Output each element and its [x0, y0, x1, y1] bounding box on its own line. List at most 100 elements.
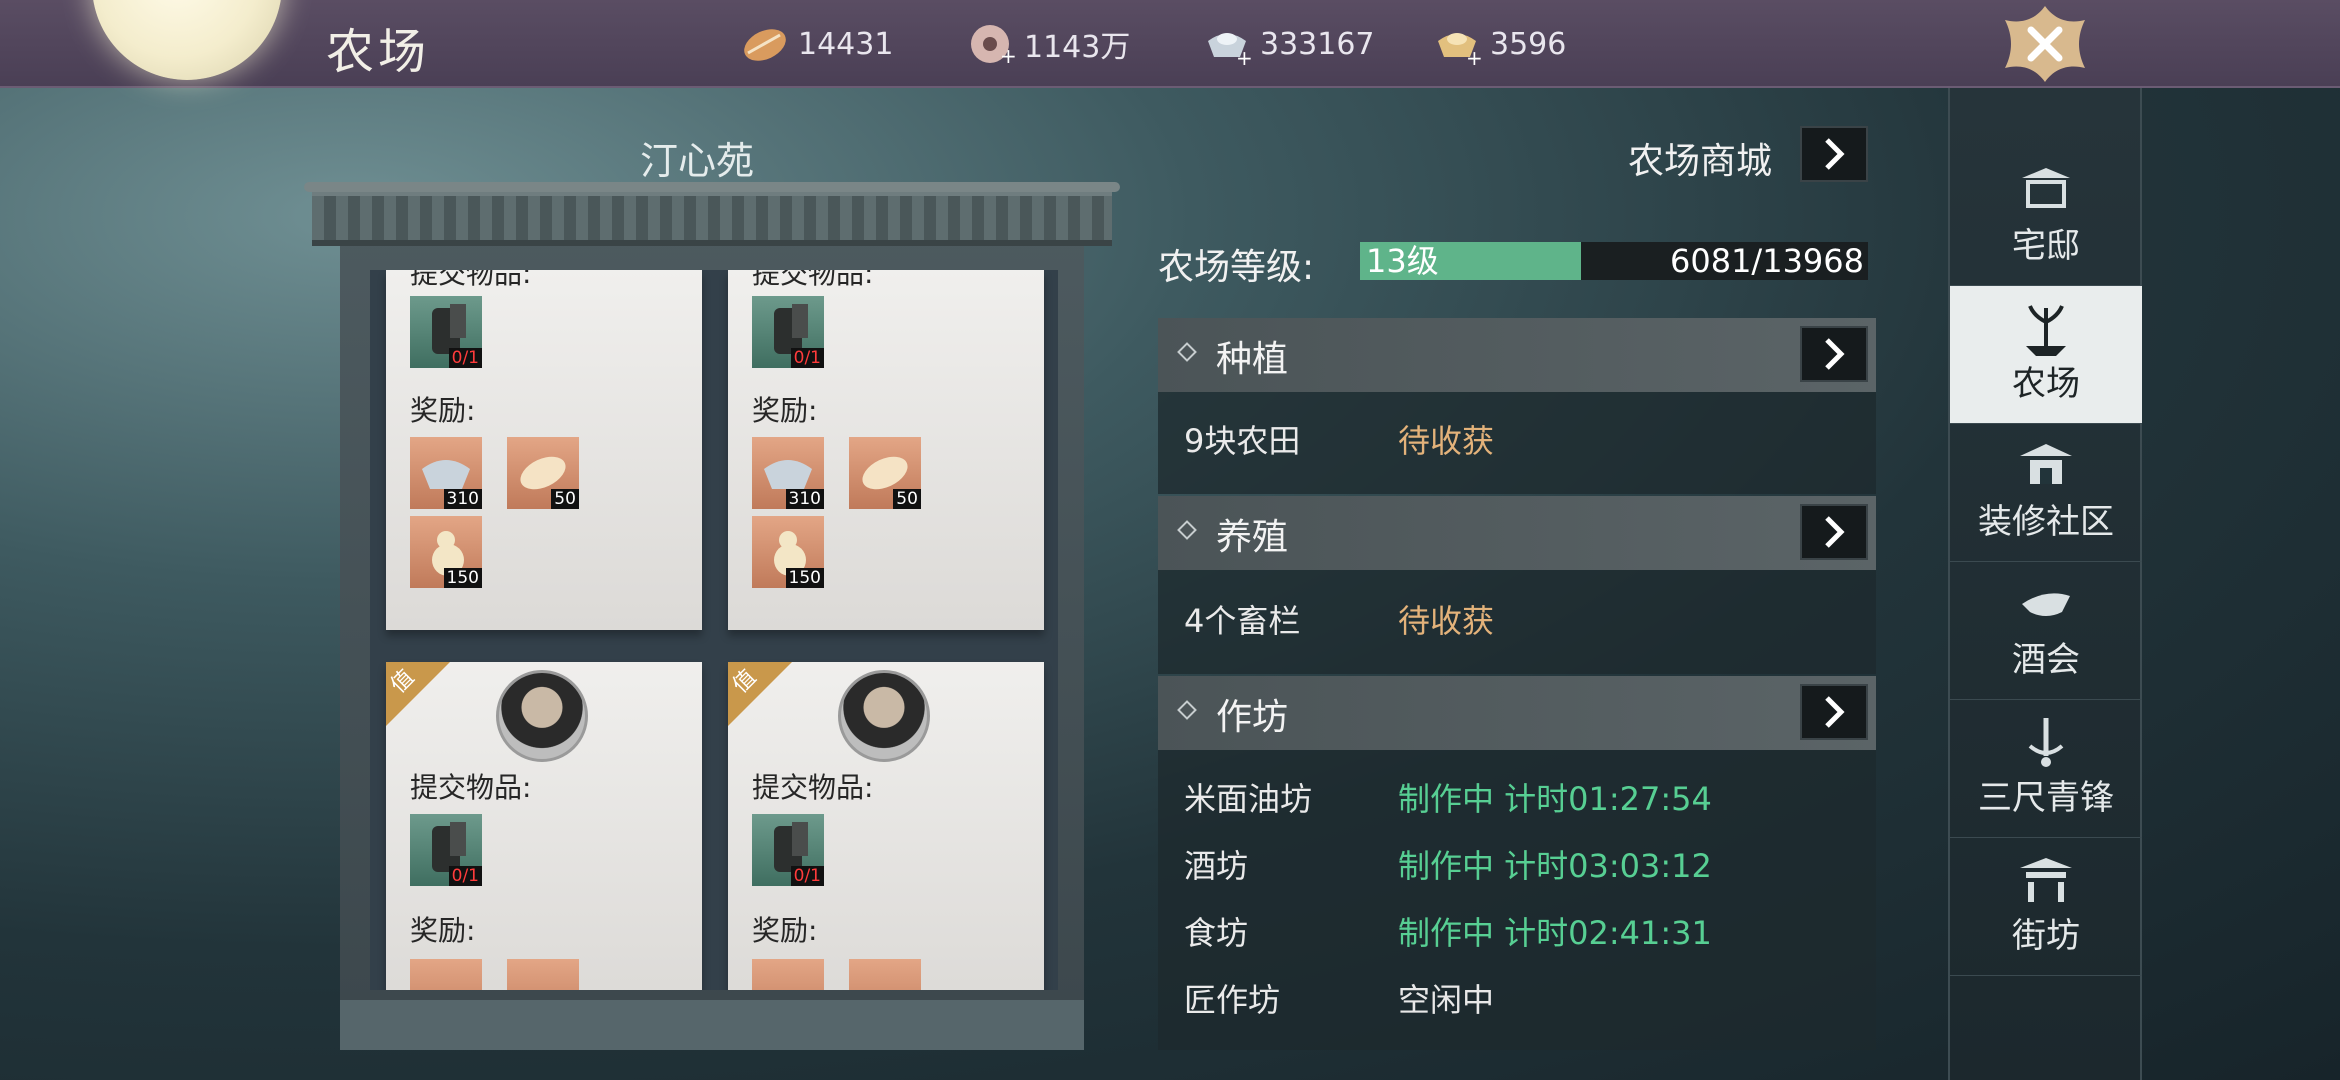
reward-count: 150 — [443, 568, 482, 588]
board-roof — [304, 182, 1120, 246]
submit-item-slot[interactable]: 0/1 — [410, 296, 482, 368]
row-name: 匠作坊 — [1184, 981, 1281, 1019]
item-count: 0/1 — [790, 348, 824, 368]
item-count: 0/1 — [790, 866, 824, 886]
farm-level-xp: 6081/13968 — [1669, 242, 1864, 280]
reward-gourd[interactable]: 150 — [752, 516, 824, 588]
section-planting[interactable]: 种植 — [1158, 318, 1876, 392]
garden-title: 汀心苑 — [640, 139, 755, 183]
farm-level-label: 农场等级: — [1158, 247, 1315, 288]
sidebar-item-mansion[interactable]: 宅邸 — [1950, 148, 2142, 286]
resource-leaf[interactable]: 14431 — [740, 20, 893, 68]
chevron-right-icon — [1825, 516, 1845, 548]
sidebar-item-street[interactable]: 街坊 — [1950, 838, 2142, 976]
reward-label: 奖励: — [410, 914, 476, 947]
row-name: 米面油坊 — [1184, 780, 1313, 818]
planting-arrow-button[interactable] — [1800, 326, 1868, 382]
row-name: 4个畜栏 — [1184, 602, 1301, 640]
sidebar: 宅邸 农场 装修社区 酒会 三尺青锋 街坊 — [1948, 88, 2142, 1080]
reward-label: 奖励: — [752, 394, 818, 427]
close-icon — [2005, 6, 2085, 82]
submit-label: 提交物品: — [410, 270, 532, 290]
mansion-icon — [2022, 168, 2070, 208]
row-status: 空闲中 — [1398, 981, 1495, 1019]
svg-text:+: + — [1236, 46, 1252, 67]
task-card[interactable]: 值 提交物品: 0/1 奖励: — [728, 662, 1044, 990]
moon-decoration — [92, 0, 282, 80]
submit-item-slot[interactable]: 0/1 — [410, 814, 482, 886]
decor-icon — [2020, 444, 2072, 484]
sidebar-item-label: 酒会 — [2012, 640, 2080, 680]
banquet-icon — [2022, 593, 2070, 616]
workshop-arrow-button[interactable] — [1800, 684, 1868, 740]
sidebar-item-decor[interactable]: 装修社区 — [1950, 424, 2142, 562]
farm-shop-label[interactable]: 农场商城 — [1628, 132, 1772, 184]
submit-label: 提交物品: — [410, 771, 532, 804]
reward-slot[interactable] — [848, 959, 921, 990]
submit-label: 提交物品: — [752, 270, 874, 290]
reward-silver[interactable]: 310 — [410, 437, 482, 509]
section-title: 养殖 — [1216, 517, 1289, 558]
diamond-icon — [1177, 520, 1197, 540]
submit-item-slot[interactable]: 0/1 — [752, 296, 824, 368]
resource-gold[interactable]: + 3596 — [1432, 20, 1566, 68]
section-workshop[interactable]: 作坊 — [1158, 676, 1876, 750]
submit-label: 提交物品: — [752, 771, 874, 804]
gold-ingot-icon: + — [1438, 33, 1482, 67]
npc-avatar[interactable] — [838, 670, 930, 762]
page-title: 农场 — [326, 24, 431, 80]
reward-slot[interactable] — [752, 959, 824, 990]
sidebar-item-label: 街坊 — [2012, 916, 2080, 956]
breeding-arrow-button[interactable] — [1800, 504, 1868, 560]
resource-coin[interactable]: + 1143万 — [966, 20, 1130, 68]
svg-text:+: + — [1000, 44, 1016, 67]
reward-label: 奖励: — [752, 914, 818, 947]
row-name: 食坊 — [1184, 914, 1249, 952]
chevron-right-icon — [1825, 696, 1845, 728]
submit-item-slot[interactable]: 0/1 — [752, 814, 824, 886]
reward-label: 奖励: — [410, 394, 476, 427]
diamond-icon — [1177, 700, 1197, 720]
reward-leaf[interactable]: 50 — [848, 437, 921, 509]
sidebar-item-farm[interactable]: 农场 — [1950, 286, 2142, 424]
reward-leaf[interactable]: 50 — [506, 437, 579, 509]
resource-silver-value: 333167 — [1260, 26, 1375, 62]
reward-count: 310 — [443, 489, 482, 509]
reward-slot[interactable] — [506, 959, 579, 990]
section-title: 作坊 — [1216, 697, 1289, 738]
task-card[interactable]: 提交物品: 0/1 奖励: 310 50 150 — [728, 270, 1044, 630]
chevron-right-icon — [1825, 138, 1845, 170]
section-breeding[interactable]: 养殖 — [1158, 496, 1876, 570]
task-card[interactable]: 提交物品: 0/1 奖励: 310 50 150 — [386, 270, 702, 630]
planting-body: 9块农田 待收获 — [1158, 392, 1876, 494]
sidebar-item-label: 三尺青锋 — [1978, 778, 2114, 818]
resource-leaf-value: 14431 — [798, 26, 894, 62]
svg-text:+: + — [1466, 46, 1482, 67]
sidebar-item-banquet[interactable]: 酒会 — [1950, 562, 2142, 700]
row-status: 制作中 计时01:27:54 — [1398, 780, 1712, 818]
silver-ingot-icon: + — [1208, 33, 1252, 67]
npc-avatar[interactable] — [496, 670, 588, 762]
item-count: 0/1 — [448, 348, 482, 368]
reward-gourd[interactable]: 150 — [410, 516, 482, 588]
row-status: 待收获 — [1398, 602, 1495, 640]
section-title: 种植 — [1216, 339, 1289, 380]
resource-silver[interactable]: + 333167 — [1202, 20, 1375, 68]
reward-count: 50 — [551, 489, 579, 509]
task-card[interactable]: 值 提交物品: 0/1 奖励: — [386, 662, 702, 990]
leaf-icon — [744, 29, 786, 61]
coin-icon: + — [971, 25, 1016, 67]
diamond-icon — [1177, 342, 1197, 362]
sword-icon — [2028, 718, 2064, 767]
row-name: 9块农田 — [1184, 422, 1301, 460]
reward-count: 50 — [893, 489, 921, 509]
row-name: 酒坊 — [1184, 847, 1249, 885]
close-button[interactable] — [1960, 0, 2130, 88]
farm-shop-button[interactable] — [1800, 126, 1868, 182]
reward-count: 310 — [785, 489, 824, 509]
farm-icon — [2026, 305, 2066, 356]
reward-slot[interactable] — [410, 959, 482, 990]
reward-silver[interactable]: 310 — [752, 437, 824, 509]
sidebar-item-sword[interactable]: 三尺青锋 — [1950, 700, 2142, 838]
farm-level-value: 13级 — [1366, 242, 1439, 280]
